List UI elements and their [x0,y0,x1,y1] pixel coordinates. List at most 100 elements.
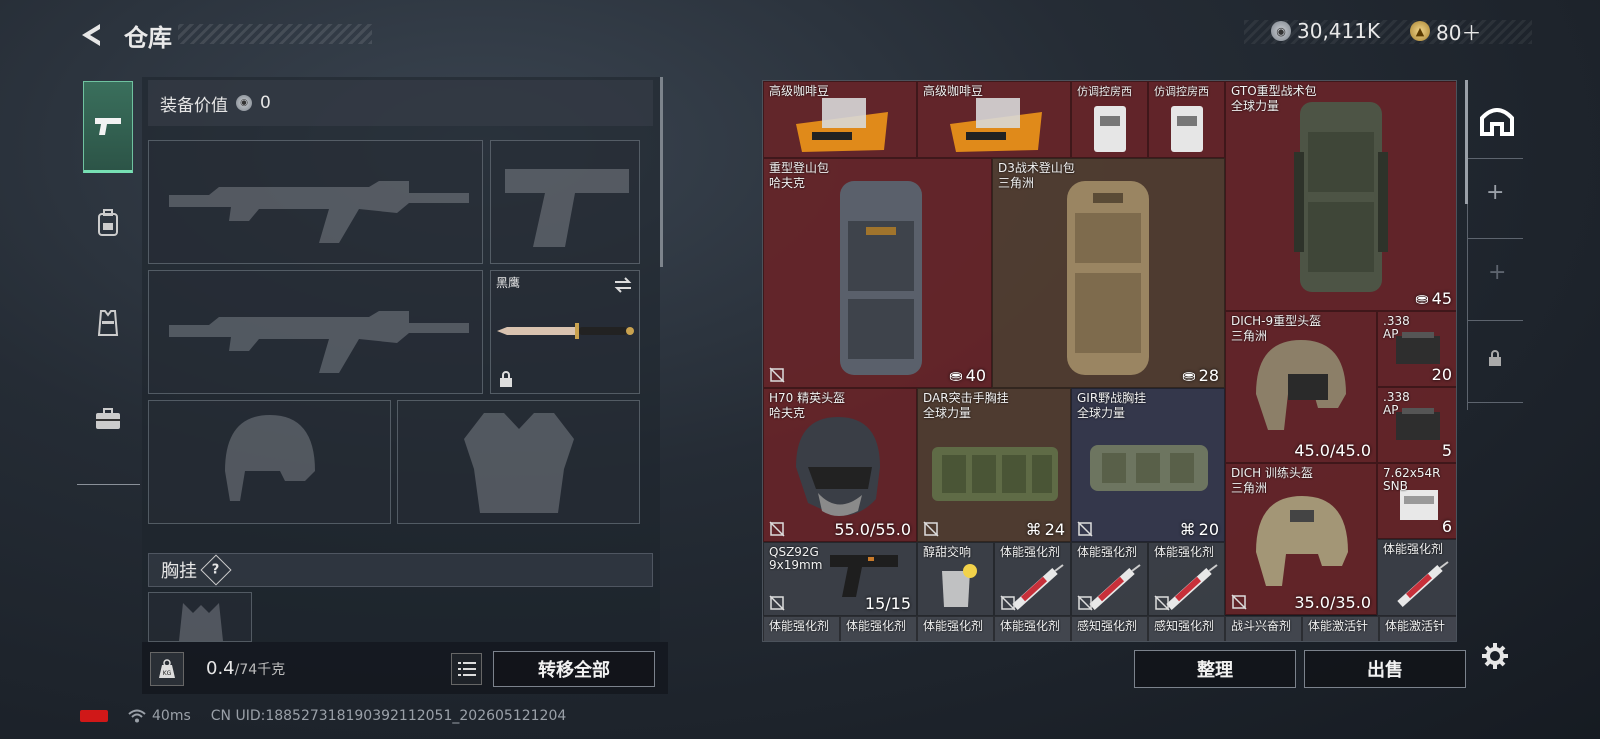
stash-item-partial[interactable]: 体能强化剂 [994,616,1071,641]
user-uid: CN UID:188527318190392112051_20260512120… [210,708,567,724]
stash-item-coffee-2[interactable]: 高级咖啡豆 [917,81,1071,158]
list-icon [457,662,476,676]
stash-item-stim-4[interactable]: 体能强化剂 [1377,539,1456,616]
rail-divider [1468,320,1523,321]
stash-item-stim-3[interactable]: 体能强化剂 [1148,542,1225,616]
no-insure-icon [769,521,785,537]
stash-item-dar-rig[interactable]: DAR突击手胸挂 全球力量 ⌘ 24 [917,388,1071,542]
loadout-scrollbar[interactable] [660,77,663,267]
item-ammo: 15/15 [864,594,911,613]
coffee-bag-icon [796,98,888,152]
equipment-value-bar: 装备价值 ◉ 0 [148,80,653,126]
silver-coin-icon: ◉ [236,95,252,111]
stash-item-dich9-helmet[interactable]: DICH-9重型头盔 三角洲 45.0/45.0 [1225,311,1377,463]
stash-item-762-snb[interactable]: 7.62x54R SNB 6 [1377,463,1456,539]
stash-scrollbar[interactable] [1465,80,1468,204]
sell-button[interactable]: 出售 [1304,650,1466,688]
toolbox-icon [96,408,120,429]
stash-item-partial[interactable]: 感知强化剂 [1148,616,1225,641]
item-sub: 三角洲 [998,176,1035,190]
settings-gear-icon[interactable] [1480,641,1510,671]
armor-slot[interactable] [397,400,640,524]
stash-item-partial[interactable]: 体能强化剂 [840,616,917,641]
secondary-weapon-slot[interactable] [148,270,483,394]
item-count: 5 [1441,441,1452,460]
silver-coin-icon: ◉ [1271,21,1291,41]
backpack-icon [98,209,118,236]
stash-item-d3-pack[interactable]: D3战术登山包 三角洲 ⛂ 28 [992,158,1225,388]
stash-item-338-ap-2[interactable]: .338 AP 5 [1377,387,1456,463]
item-capacity: ⛂ 45 [1415,289,1452,308]
primary-weapon-slot[interactable] [148,140,483,264]
helmet-silhouette-icon [225,415,315,501]
transfer-all-button[interactable]: 转移全部 [493,651,655,687]
item-capacity: ⛂ 40 [949,366,986,385]
stash-grid: 高级咖啡豆 高级咖啡豆 仿调控房西 仿调控房西 GTO重型战术包 全球力量 ⛂ 4… [762,80,1457,642]
gold-amount: 80＋ [1436,20,1482,45]
help-icon[interactable]: ? [200,554,232,586]
stash-item-drink[interactable]: 醇甜交响 [917,542,994,616]
item-sub: 全球力量 [923,406,972,420]
no-insure-icon [923,521,939,537]
no-insure-icon [1231,594,1247,610]
item-name: DICH 训练头盔 [1231,466,1313,480]
stash-item-partial[interactable]: 体能强化剂 [917,616,994,641]
chest-rig-slot[interactable] [148,592,252,642]
item-name: 仿调控房西 [1154,85,1209,98]
stash-item-gto-pack[interactable]: GTO重型战术包 全球力量 ⛂ 45 [1225,81,1456,311]
stash-item-338-ap-1[interactable]: .338 AP 20 [1377,311,1456,387]
add-page-icon[interactable]: + [1488,260,1506,285]
sidearm-slot[interactable] [490,140,640,264]
helmet-slot[interactable] [148,400,391,524]
swap-icon[interactable] [613,276,633,294]
warehouse-icon[interactable] [1480,104,1514,136]
silver-currency[interactable]: ◉ 30,411K [1271,18,1380,44]
helmet-icon [796,417,880,516]
stash-item-medicine-2[interactable]: 仿调控房西 [1148,81,1225,158]
tab-toolbox[interactable] [83,373,133,465]
melee-slot[interactable]: 黑鹰 [490,270,640,394]
stash-item-gir-rig[interactable]: GIR野战胸挂 全球力量 ⌘ 20 [1071,388,1225,542]
list-view-button[interactable] [451,653,482,685]
vest-icon [97,310,119,336]
stash-item-coffee-1[interactable]: 高级咖啡豆 [763,81,917,158]
stash-page-rail: + + [1467,80,1523,410]
item-sub: 9x19mm [769,558,823,572]
stash-item-dich-training-helmet[interactable]: DICH 训练头盔 三角洲 35.0/35.0 [1225,463,1377,615]
stash-item-stim-2[interactable]: 体能强化剂 [1071,542,1148,616]
chest-rig-icon [1090,445,1208,491]
stash-item-heavy-pack[interactable]: 重型登山包 哈夫克 ⛂ 40 [763,158,992,388]
tab-vest[interactable] [83,277,133,369]
knife-icon [497,323,634,339]
no-insure-icon [1154,595,1170,611]
stash-item-partial[interactable]: 体能激活针 [1379,616,1456,641]
chest-rig-icon [932,447,1058,501]
tab-backpack[interactable] [83,177,133,269]
stash-bottom-row: 体能强化剂 体能强化剂 体能强化剂 体能强化剂 感知强化剂 感知强化剂 战斗兴奋… [763,616,1456,641]
svg-text:KG: KG [163,670,172,677]
knife-name: 黑鹰 [496,276,521,290]
stash-item-h70-helmet[interactable]: H70 精英头盔 哈夫克 55.0/55.0 [763,388,917,542]
stash-item-partial[interactable]: 感知强化剂 [1071,616,1148,641]
coffee-bag-icon [950,98,1042,152]
item-sub: 三角洲 [1231,329,1268,343]
stash-item-partial[interactable]: 体能激活针 [1302,616,1379,641]
gold-currency[interactable]: ▲ 80＋ [1410,18,1482,45]
sort-button[interactable]: 整理 [1134,650,1296,688]
item-sub: 全球力量 [1231,99,1280,113]
back-arrow-icon [82,24,100,46]
stash-item-stim-1[interactable]: 体能强化剂 [994,542,1071,616]
stash-item-partial[interactable]: 体能强化剂 [763,616,840,641]
silver-amount: 30,411K [1297,19,1381,43]
pistol-icon [95,118,121,135]
back-button[interactable] [78,22,106,48]
add-page-icon[interactable]: + [1486,180,1504,205]
network-status: 40ms [128,708,191,724]
item-name: GIR野战胸挂 [1077,391,1147,405]
backpack-icon [1294,102,1388,292]
tab-weapons[interactable] [83,81,133,173]
stash-item-partial[interactable]: 战斗兴奋剂 [1225,616,1302,641]
stash-item-medicine-1[interactable]: 仿调控房西 [1071,81,1148,158]
armor-silhouette-icon [464,413,574,513]
stash-item-qsz92g[interactable]: QSZ92G 9x19mm 15/15 [763,542,917,616]
